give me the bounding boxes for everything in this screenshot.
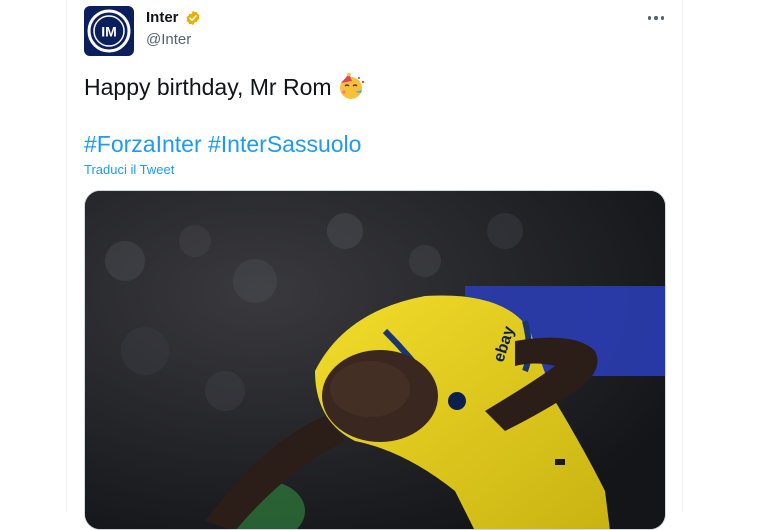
tweet-text: Happy birthday, Mr Rom bbox=[84, 72, 366, 106]
party-face-emoji-icon bbox=[336, 72, 366, 106]
player-photo: ebay bbox=[85, 191, 665, 529]
author-handle[interactable]: @Inter bbox=[146, 31, 191, 48]
hashtag-intersassuolo[interactable]: #InterSassuolo bbox=[208, 131, 361, 157]
avatar[interactable]: IM bbox=[84, 6, 134, 56]
author-name[interactable]: Inter bbox=[146, 9, 179, 26]
tweet-body: Happy birthday, Mr Rom bbox=[84, 74, 332, 100]
svg-text:IM: IM bbox=[101, 24, 117, 40]
hashtag-forzainter[interactable]: #ForzaInter bbox=[84, 131, 202, 157]
hashtags: #ForzaInter #InterSassuolo bbox=[84, 130, 361, 158]
inter-logo-icon: IM bbox=[87, 9, 131, 53]
more-options-icon[interactable] bbox=[643, 9, 669, 27]
tweet-media-image[interactable]: ebay bbox=[84, 190, 666, 530]
translate-tweet-link[interactable]: Traduci il Tweet bbox=[84, 162, 174, 177]
verified-badge-icon bbox=[186, 10, 200, 26]
